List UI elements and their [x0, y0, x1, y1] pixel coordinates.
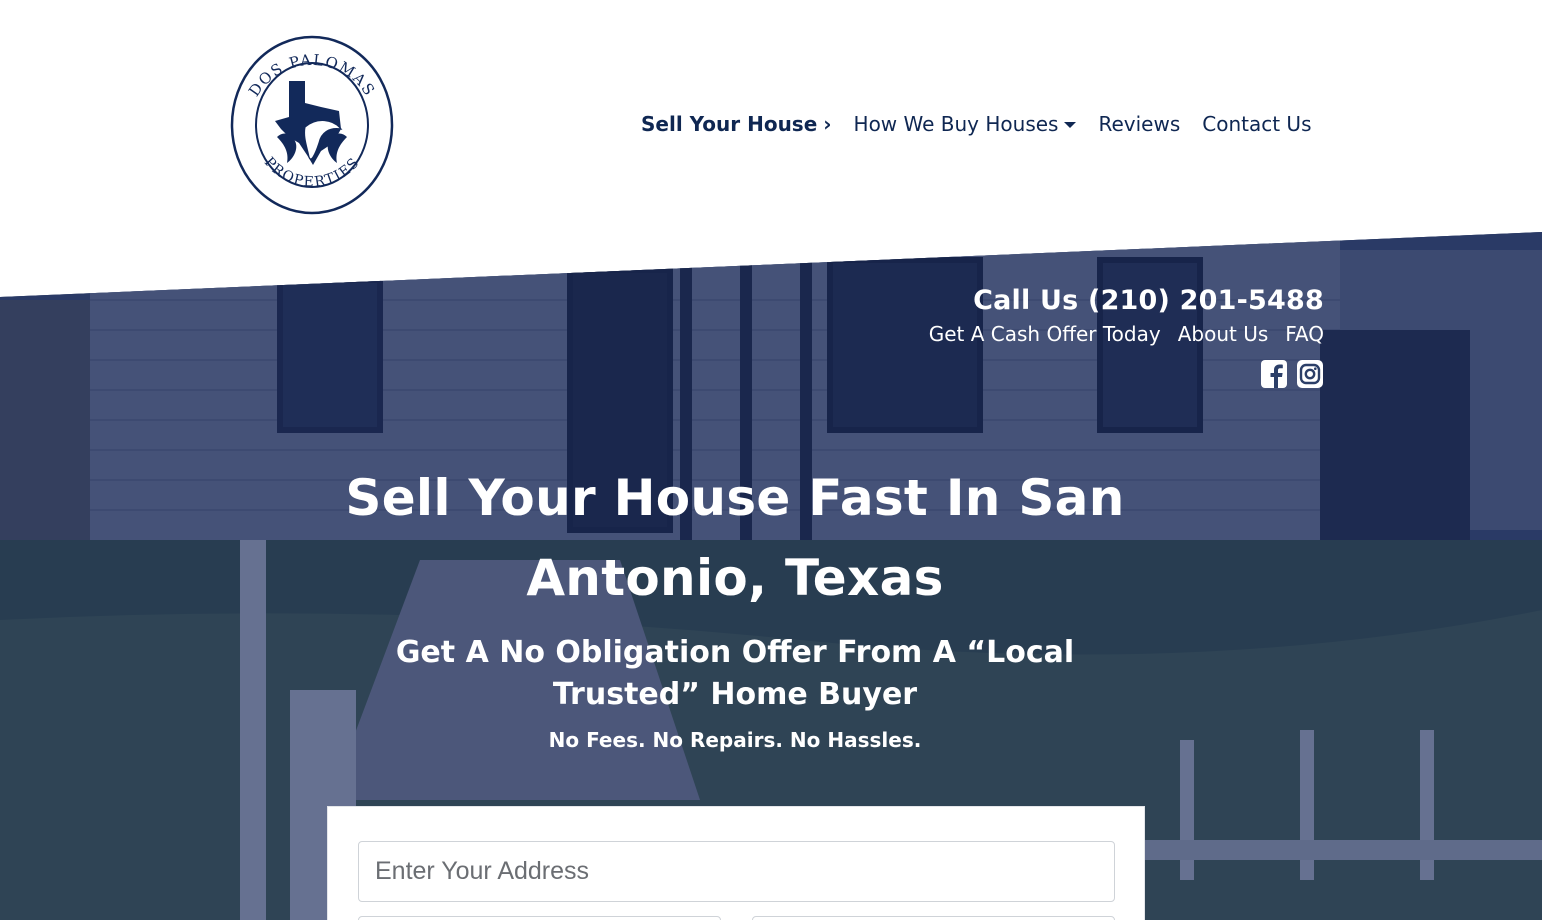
hero-top-links: Call Us (210) 201-5488 Get A Cash Offer … — [929, 285, 1324, 390]
hero-tagline: No Fees. No Repairs. No Hassles. — [548, 728, 922, 752]
get-cash-offer-link[interactable]: Get A Cash Offer Today — [929, 322, 1161, 346]
nav-item-reviews[interactable]: Reviews — [1098, 112, 1180, 136]
logo[interactable]: DOS PALOMAS PROPERTIES — [229, 33, 395, 217]
chevron-right-icon: › — [823, 112, 832, 136]
form-field-left[interactable] — [358, 916, 721, 920]
dos-palomas-logo-icon: DOS PALOMAS PROPERTIES — [230, 35, 394, 215]
call-us-link[interactable]: Call Us (210) 201-5488 — [929, 285, 1324, 316]
subheadline-line-2: Trusted” Home Buyer — [552, 677, 918, 712]
nav-item-label: Sell Your House — [641, 112, 818, 136]
faq-link[interactable]: FAQ — [1285, 322, 1324, 346]
address-input[interactable] — [358, 841, 1115, 902]
instagram-icon[interactable] — [1296, 358, 1324, 390]
hero-subheadline: Get A No Obligation Offer From A “Local … — [385, 632, 1085, 716]
nav-item-contact-us[interactable]: Contact Us — [1202, 112, 1311, 136]
offer-form — [327, 806, 1145, 920]
nav-item-sell-your-house[interactable]: Sell Your House › — [641, 112, 832, 136]
about-us-link[interactable]: About Us — [1178, 322, 1269, 346]
nav-item-how-we-buy-houses[interactable]: How We Buy Houses — [854, 112, 1077, 136]
hero-sublinks: Get A Cash Offer Today About Us FAQ — [929, 322, 1324, 346]
nav-item-label: How We Buy Houses — [853, 112, 1059, 136]
headline-line-2: Antonio, Texas — [526, 549, 944, 607]
form-field-right[interactable] — [752, 916, 1115, 920]
main-nav: Sell Your House › How We Buy Houses Revi… — [641, 110, 1312, 138]
facebook-icon[interactable] — [1260, 358, 1288, 390]
caret-down-icon — [1064, 122, 1077, 128]
nav-item-label: Contact Us — [1202, 112, 1312, 136]
hero-headline: Sell Your House Fast In San Antonio, Tex… — [335, 458, 1135, 618]
headline-line-1: Sell Your House Fast In San — [345, 469, 1125, 527]
subheadline-line-1: Get A No Obligation Offer From A “Local — [395, 635, 1075, 670]
social-links — [929, 358, 1324, 390]
nav-item-label: Reviews — [1098, 112, 1181, 136]
